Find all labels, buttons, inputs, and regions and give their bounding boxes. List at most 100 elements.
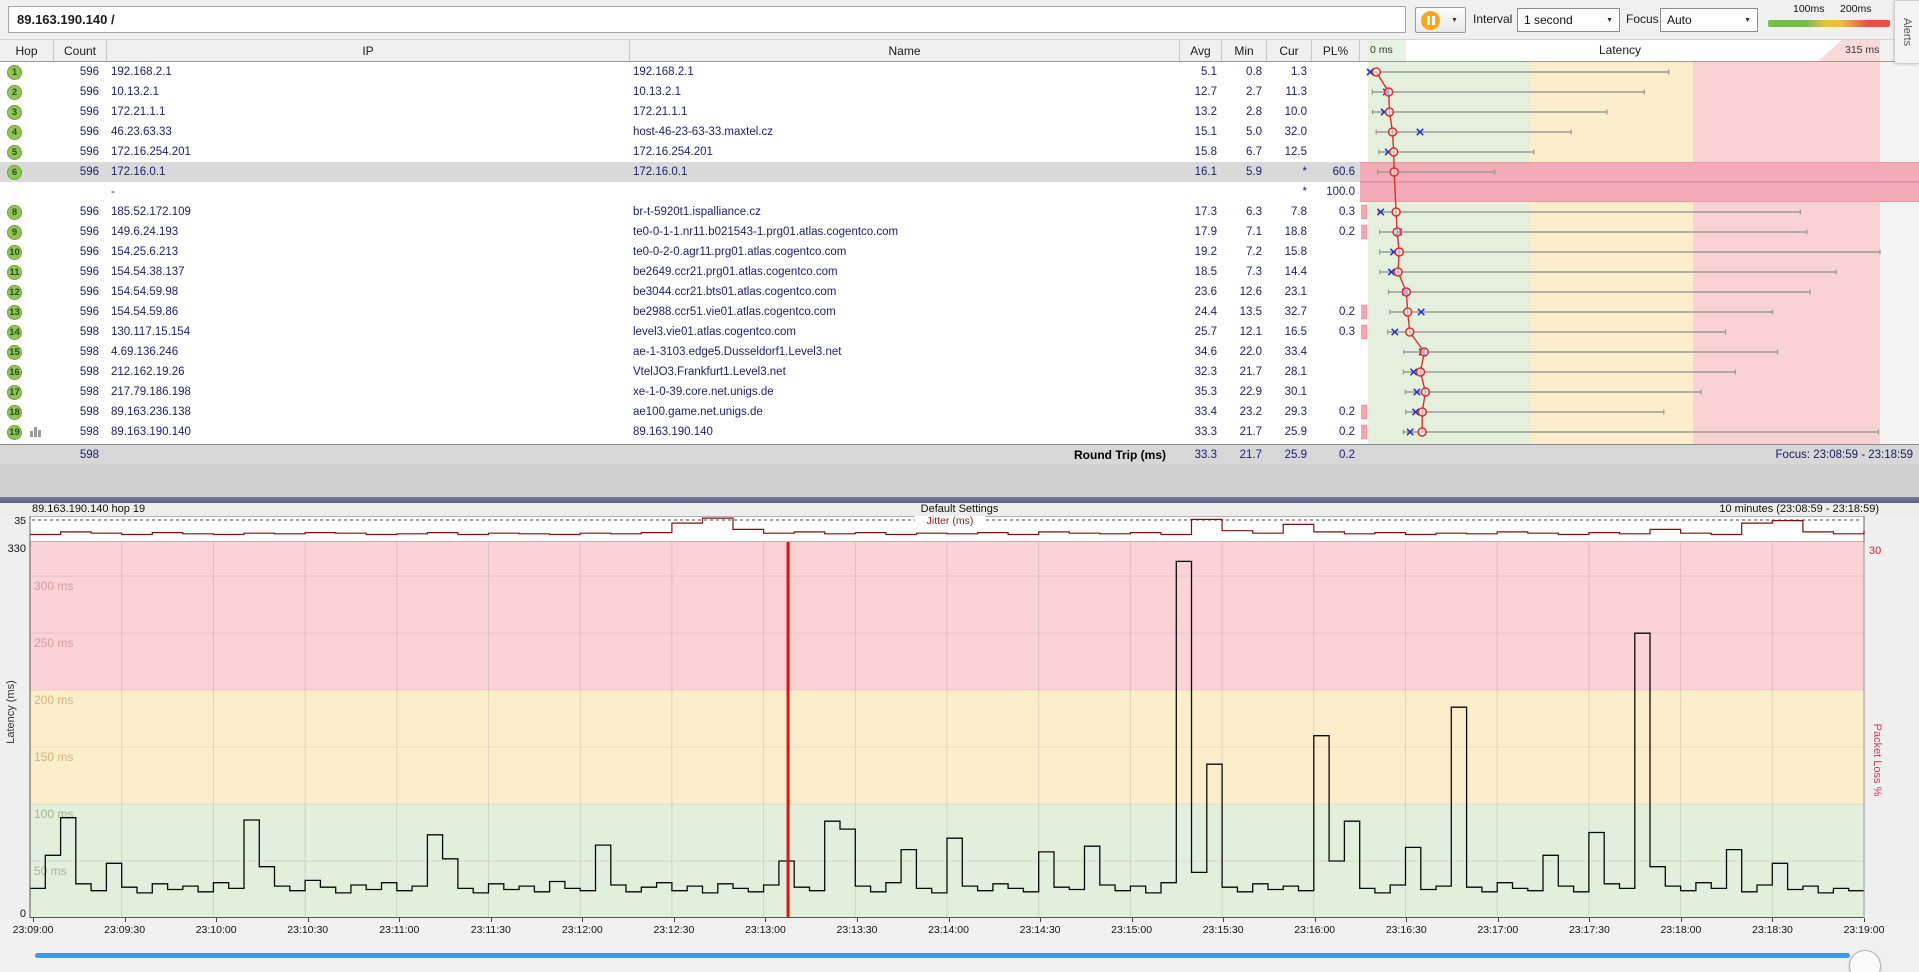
latency-header-title: Latency	[1360, 43, 1880, 57]
time-tick-label: 23:13:30	[837, 924, 878, 936]
hop-number-badge: 4	[7, 125, 22, 140]
ip-cell: 172.16.254.201	[107, 142, 630, 162]
hop-cell: 10	[0, 242, 54, 262]
latency-cell	[1360, 202, 1919, 222]
name-cell: VtelJO3.Frankfurt1.Level3.net	[630, 362, 1180, 382]
col-header-hop[interactable]: Hop	[0, 40, 54, 61]
table-row[interactable]: 6 596 172.16.0.1 172.16.0.1 16.1 5.9 * 6…	[0, 162, 1919, 182]
col-header-count[interactable]: Count	[54, 40, 107, 61]
table-row[interactable]: 12 596 154.54.59.98 be3044.ccr21.bts01.a…	[0, 282, 1919, 302]
pl-cell: 0.2	[1312, 222, 1360, 242]
ip-cell: 172.21.1.1	[107, 102, 630, 122]
min-cell: 6.7	[1222, 142, 1267, 162]
trace-target-input[interactable]: 89.163.190.140 /	[8, 6, 1406, 33]
table-row[interactable]: 8 596 185.52.172.109 br-t-5920t1.ispalli…	[0, 202, 1919, 222]
col-header-avg[interactable]: Avg	[1180, 40, 1222, 61]
hop-number-badge: 16	[7, 365, 22, 380]
ip-cell: 4.69.136.246	[107, 342, 630, 362]
latency-cell	[1360, 182, 1919, 202]
time-tick	[308, 918, 309, 922]
avg-cell: 24.4	[1180, 302, 1222, 322]
ip-cell: 192.168.2.1	[107, 62, 630, 82]
svg-text:Jitter (ms): Jitter (ms)	[927, 516, 974, 527]
name-cell: be3044.ccr21.bts01.atlas.cogentco.com	[630, 282, 1180, 302]
col-header-cur[interactable]: Cur	[1267, 40, 1312, 61]
timegraph-settings-label[interactable]: Default Settings	[0, 503, 1919, 515]
table-row[interactable]: 2 596 10.13.2.1 10.13.2.1 12.7 2.7 11.3	[0, 82, 1919, 102]
pl-cell	[1312, 382, 1360, 402]
time-tick	[765, 918, 766, 922]
hop-number-badge: 18	[7, 405, 22, 420]
avg-cell: 12.7	[1180, 82, 1222, 102]
ip-cell: 185.52.172.109	[107, 202, 630, 222]
hop-number-badge: 14	[7, 325, 22, 340]
latency-color-legend: 100ms 200ms	[1768, 2, 1890, 32]
table-row[interactable]: 4 596 46.23.63.33 host-46-23-63-33.maxte…	[0, 122, 1919, 142]
min-cell: 22.0	[1222, 342, 1267, 362]
legend-100ms-label: 100ms	[1793, 3, 1825, 15]
pause-button[interactable]	[1415, 7, 1445, 33]
focus-select[interactable]: Auto ▼	[1660, 8, 1758, 32]
time-tick	[1498, 918, 1499, 922]
pl-cell: 100.0	[1312, 182, 1360, 202]
avg-cell: 33.3	[1180, 422, 1222, 442]
pl-cell	[1312, 362, 1360, 382]
cur-cell: 30.1	[1267, 382, 1312, 402]
time-tick-label: 23:13:00	[745, 924, 786, 936]
latency-cell	[1360, 262, 1919, 282]
name-cell: xe-1-0-39.core.net.unigs.de	[630, 382, 1180, 402]
count-cell: 596	[54, 102, 107, 122]
latency-timeline-graph[interactable]: 300 ms250 ms200 ms150 ms100 ms50 ms33003…	[0, 542, 1919, 918]
scrollbar-thumb[interactable]	[1849, 950, 1881, 972]
table-row[interactable]: 11 596 154.54.38.137 be2649.ccr21.prg01.…	[0, 262, 1919, 282]
time-tick	[216, 918, 217, 922]
table-row[interactable]: 14 598 130.117.15.154 level3.vie01.atlas…	[0, 322, 1919, 342]
table-row[interactable]: 10 596 154.25.6.213 te0-0-2-0.agr11.prg0…	[0, 242, 1919, 262]
time-tick	[949, 918, 950, 922]
pause-dropdown-button[interactable]: ▼	[1444, 7, 1466, 33]
time-tick	[1315, 918, 1316, 922]
col-header-min[interactable]: Min	[1222, 40, 1267, 61]
timegraph-range-label: 10 minutes (23:08:59 - 23:18:59)	[1719, 503, 1879, 515]
ip-cell: 46.23.63.33	[107, 122, 630, 142]
table-row[interactable]: 15 598 4.69.136.246 ae-1-3103.edge5.Duss…	[0, 342, 1919, 362]
col-header-pl[interactable]: PL%	[1312, 40, 1360, 61]
time-tick-label: 23:15:30	[1203, 924, 1244, 936]
table-row[interactable]: 3 596 172.21.1.1 172.21.1.1 13.2 2.8 10.…	[0, 102, 1919, 122]
svg-text:Latency (ms): Latency (ms)	[5, 680, 17, 744]
jitter-graph: Jitter (ms)35	[0, 516, 1919, 542]
alerts-side-tab[interactable]: Alerts	[1894, 0, 1919, 64]
cur-cell: 23.1	[1267, 282, 1312, 302]
avg-cell: 15.8	[1180, 142, 1222, 162]
interval-select[interactable]: 1 second ▼	[1517, 8, 1620, 32]
ip-cell: 172.16.0.1	[107, 162, 630, 182]
ip-cell: 149.6.24.193	[107, 222, 630, 242]
name-cell: host-46-23-63-33.maxtel.cz	[630, 122, 1180, 142]
table-row[interactable]: 18 598 89.163.236.138 ae100.game.net.uni…	[0, 402, 1919, 422]
col-header-name[interactable]: Name	[630, 40, 1180, 61]
hop-number-badge: 10	[7, 245, 22, 260]
svg-text:50 ms: 50 ms	[34, 864, 67, 878]
scrollbar-track[interactable]	[35, 953, 1850, 958]
pl-cell	[1312, 242, 1360, 262]
name-cell: 172.16.0.1	[630, 162, 1180, 182]
latency-cell	[1360, 302, 1919, 322]
min-cell: 13.5	[1222, 302, 1267, 322]
table-row[interactable]: - * 100.0	[0, 182, 1919, 202]
table-row[interactable]: 19 598 89.163.190.140 89.163.190.140 33.…	[0, 422, 1919, 442]
table-row[interactable]: 5 596 172.16.254.201 172.16.254.201 15.8…	[0, 142, 1919, 162]
table-row[interactable]: 16 598 212.162.19.26 VtelJO3.Frankfurt1.…	[0, 362, 1919, 382]
table-row[interactable]: 1 596 192.168.2.1 192.168.2.1 5.1 0.8 1.…	[0, 62, 1919, 82]
table-row[interactable]: 13 596 154.54.59.86 be2988.ccr51.vie01.a…	[0, 302, 1919, 322]
pingplotter-window: 89.163.190.140 / ▼ Interval 1 second ▼ F…	[0, 0, 1919, 972]
cur-cell: *	[1267, 182, 1312, 202]
table-row[interactable]: 17 598 217.79.186.198 xe-1-0-39.core.net…	[0, 382, 1919, 402]
pl-cell	[1312, 342, 1360, 362]
name-cell: be2649.ccr21.prg01.atlas.cogentco.com	[630, 262, 1180, 282]
pl-cell	[1312, 282, 1360, 302]
table-row[interactable]: 9 596 149.6.24.193 te0-0-1-1.nr11.b02154…	[0, 222, 1919, 242]
time-tick-label: 23:18:00	[1660, 924, 1701, 936]
col-header-ip[interactable]: IP	[107, 40, 630, 61]
count-cell: 596	[54, 242, 107, 262]
time-tick-label: 23:10:30	[287, 924, 328, 936]
